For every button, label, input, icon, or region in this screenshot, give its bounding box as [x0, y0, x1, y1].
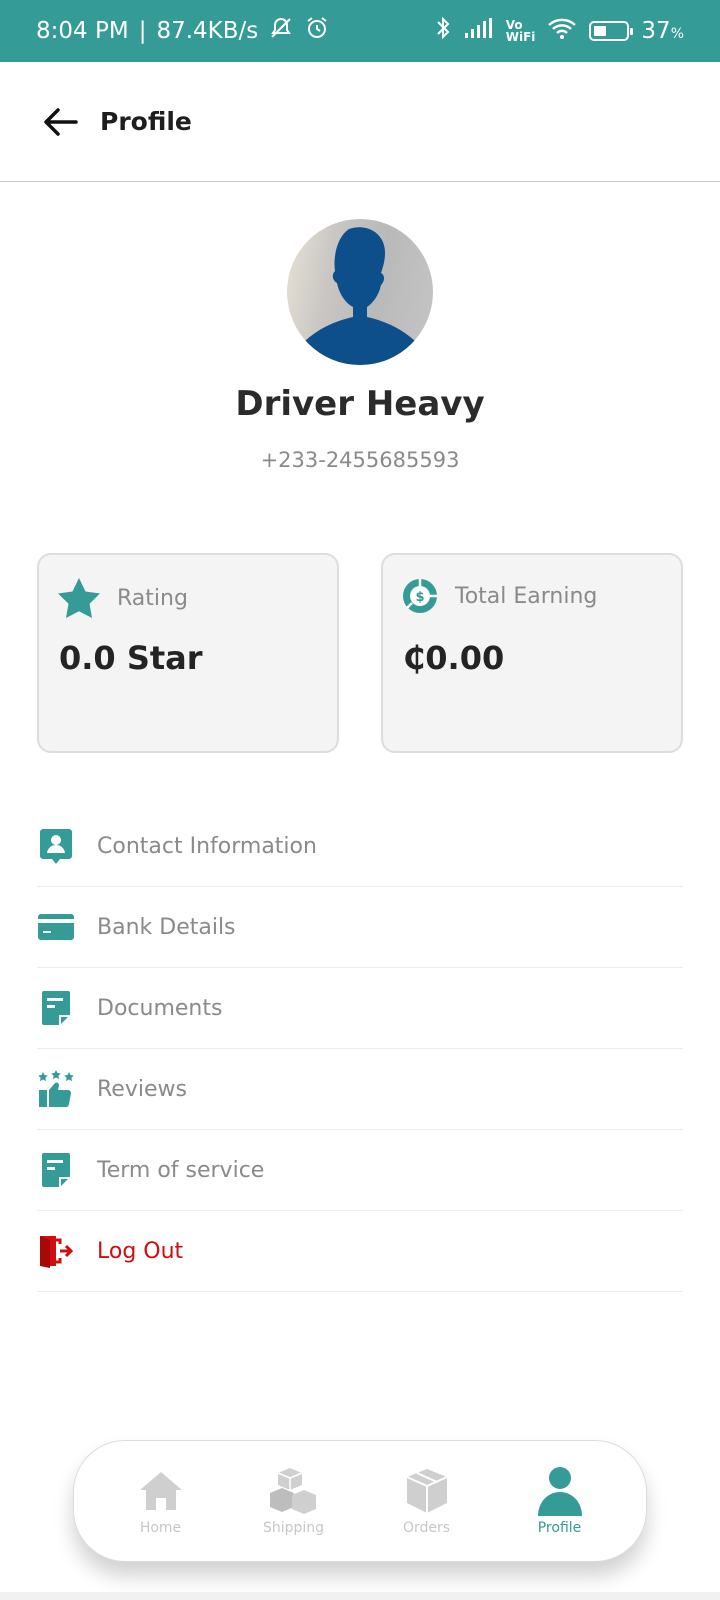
menu-label: Log Out [97, 1238, 184, 1264]
earning-value: ₵0.00 [403, 639, 505, 677]
rating-value: 0.0 Star [59, 639, 203, 677]
avatar[interactable] [287, 219, 433, 365]
battery-level: 37% [641, 18, 684, 44]
menu-label: Documents [97, 995, 223, 1021]
box-icon [402, 1466, 452, 1516]
person-silhouette-icon [303, 227, 417, 365]
battery-percent: 37 [641, 18, 671, 44]
menu-label: Term of service [97, 1157, 265, 1183]
back-button[interactable] [38, 100, 82, 144]
status-bar: 8:04 PM | 87.4KB/s Vo WiFi 37% [0, 0, 720, 62]
user-name: Driver Heavy [235, 384, 485, 424]
menu-item-bank-details[interactable]: Bank Details [37, 887, 683, 968]
contact-icon [37, 827, 75, 865]
menu-label: Contact Information [97, 833, 317, 859]
network-speed: 87.4KB/s [156, 18, 259, 44]
nav-item-shipping[interactable]: Shipping [239, 1466, 349, 1536]
nav-label: Home [139, 1520, 182, 1536]
earning-card[interactable]: $ Total Earning ₵0.00 [381, 553, 683, 753]
wifi-icon [547, 16, 577, 46]
person-icon [535, 1466, 585, 1516]
star-icon [58, 578, 100, 618]
menu-label: Reviews [97, 1076, 187, 1102]
logout-icon [37, 1232, 75, 1270]
rating-label: Rating [117, 585, 188, 611]
menu-item-term-of-service[interactable]: Term of service [37, 1130, 683, 1211]
menu-item-documents[interactable]: Documents [37, 968, 683, 1049]
menu-item-contact-information[interactable]: Contact Information [37, 806, 683, 887]
bottom-nav: Home Shipping Orders Profile [73, 1440, 647, 1562]
shipping-icon [269, 1466, 319, 1516]
battery-unit: % [670, 26, 684, 42]
menu-item-reviews[interactable]: Reviews [37, 1049, 683, 1130]
menu-item-log-out[interactable]: Log Out [37, 1211, 683, 1292]
page-title: Profile [100, 107, 192, 136]
home-icon [136, 1466, 186, 1516]
bluetooth-icon [434, 15, 452, 47]
arrow-left-icon [44, 107, 78, 136]
earning-icon: $ [403, 579, 437, 613]
battery-icon [589, 21, 634, 41]
earning-label: Total Earning [455, 583, 598, 609]
svg-text:$: $ [415, 590, 424, 605]
nav-label: Shipping [262, 1520, 325, 1536]
status-time: 8:04 PM [36, 18, 129, 44]
document-icon [37, 989, 75, 1027]
system-nav-strip [0, 1592, 720, 1600]
rating-card[interactable]: Rating 0.0 Star [37, 553, 339, 753]
profile-menu: Contact Information Bank Details Documen… [37, 806, 683, 1292]
menu-label: Bank Details [97, 914, 236, 940]
nav-label: Orders [402, 1520, 451, 1536]
rating-card-header: Rating [57, 577, 188, 619]
nav-label: Profile [537, 1520, 582, 1536]
vowifi-icon: Vo WiFi [506, 19, 536, 43]
earning-card-header: $ Total Earning [401, 577, 597, 615]
mute-icon [268, 15, 294, 47]
reviews-icon [37, 1070, 75, 1108]
card-icon [37, 908, 75, 946]
status-separator: | [138, 18, 147, 44]
nav-item-home[interactable]: Home [106, 1466, 216, 1536]
user-phone: +233-2455685593 [260, 448, 460, 472]
nav-item-orders[interactable]: Orders [372, 1466, 482, 1536]
status-left: 8:04 PM | 87.4KB/s [36, 15, 434, 47]
app-bar: Profile [0, 62, 720, 182]
document-icon [37, 1151, 75, 1189]
alarm-icon [304, 15, 330, 47]
vowifi-bottom: WiFi [505, 30, 536, 44]
signal-icon [464, 17, 494, 45]
nav-item-profile[interactable]: Profile [505, 1466, 615, 1536]
status-right: Vo WiFi 37% [434, 15, 684, 47]
